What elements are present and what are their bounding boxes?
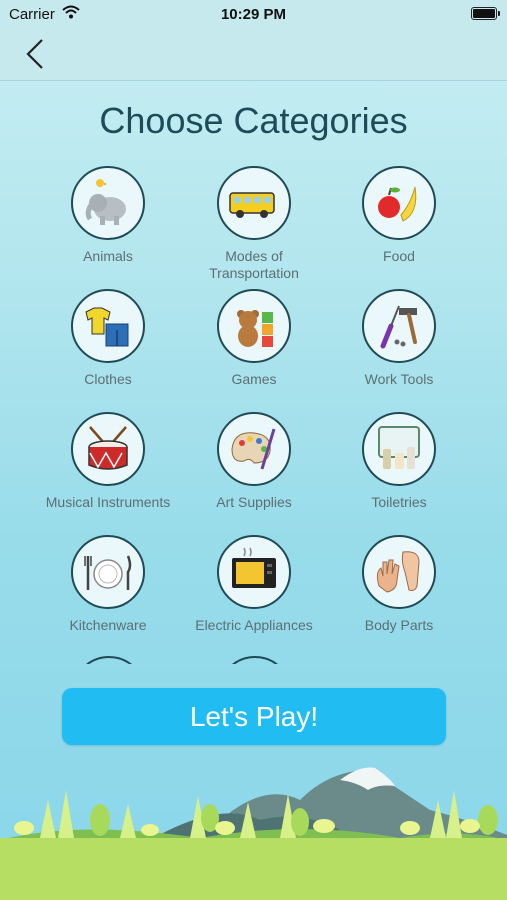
category-work-tools[interactable]: Work Tools (326, 289, 472, 388)
category-label: Food (383, 248, 415, 264)
category-label: Musical Instruments (45, 494, 171, 510)
category-label: Games (231, 371, 277, 387)
category-food[interactable]: Food (326, 166, 472, 265)
fruit-icon (362, 166, 436, 240)
category-label: Toiletries (371, 494, 427, 510)
drum-icon (71, 412, 145, 486)
status-time: 10:29 PM (220, 6, 287, 23)
category-musical-instruments[interactable]: Musical Instruments (35, 412, 181, 511)
page-title: Choose Categories (99, 100, 408, 141)
category-label: Kitchenware (69, 617, 147, 633)
clothes-icon (71, 289, 145, 363)
palette-icon (217, 412, 291, 486)
category-electric-appliances[interactable]: Electric Appliances (181, 535, 327, 634)
landscape-illustration (0, 767, 507, 900)
chevron-left-icon[interactable] (18, 34, 52, 74)
oven-icon (217, 535, 291, 609)
lets-play-button[interactable]: Let's Play! (62, 688, 446, 745)
category-games[interactable]: Games (181, 289, 327, 388)
nav-bar (0, 28, 507, 81)
category-label: Body Parts (364, 617, 434, 633)
category-clothes[interactable]: Clothes (35, 289, 181, 388)
teddy-bear-icon (217, 289, 291, 363)
category-transportation[interactable]: Modes of Transportation (181, 166, 327, 282)
hand-foot-icon (362, 535, 436, 609)
plate-icon (71, 535, 145, 609)
category-label: Art Supplies (216, 494, 292, 510)
battery-icon (471, 7, 500, 20)
category-label: Work Tools (364, 371, 434, 387)
category-label: Clothes (84, 371, 132, 387)
category-kitchenware[interactable]: Kitchenware (35, 535, 181, 634)
category-animals[interactable]: Animals (35, 166, 181, 265)
category-partial (218, 656, 292, 664)
school-bus-icon (217, 166, 291, 240)
toiletries-icon (362, 412, 436, 486)
tools-icon (362, 289, 436, 363)
category-art-supplies[interactable]: Art Supplies (181, 412, 327, 511)
category-label: Animals (83, 248, 133, 264)
category-label: Electric Appliances (195, 617, 313, 633)
category-partial (72, 656, 146, 664)
category-label: Modes of Transportation (209, 248, 299, 281)
category-body-parts[interactable]: Body Parts (326, 535, 472, 634)
status-bar: Carrier 10:29 PM (0, 0, 507, 28)
category-toiletries[interactable]: Toiletries (326, 412, 472, 511)
category-grid[interactable]: Animals Modes of Transportation Food Clo… (0, 166, 507, 664)
elephant-icon (71, 166, 145, 240)
